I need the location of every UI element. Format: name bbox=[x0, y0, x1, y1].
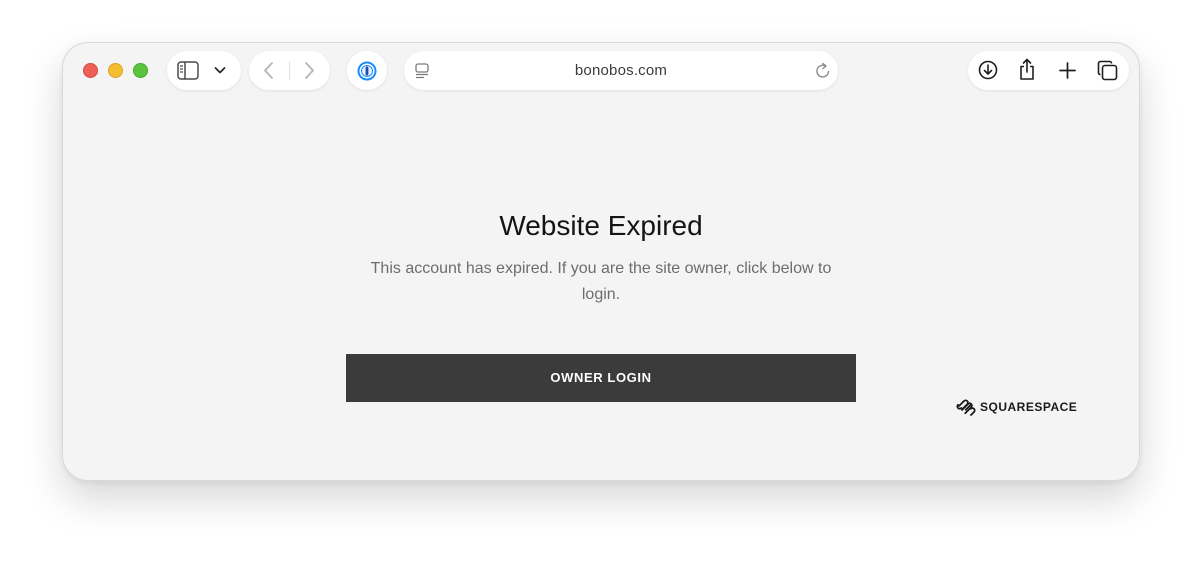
expired-message: This account has expired. If you are the… bbox=[370, 260, 832, 303]
owner-login-button[interactable]: OWNER LOGIN bbox=[346, 354, 856, 402]
squarespace-icon bbox=[956, 398, 976, 416]
page-content: Website Expired This account has expired… bbox=[63, 43, 1139, 480]
squarespace-logo[interactable]: SQUARESPACE bbox=[956, 398, 1077, 416]
page-title: Website Expired bbox=[499, 210, 703, 241]
brand-name: SQUARESPACE bbox=[980, 400, 1078, 414]
browser-window: bonobos.com Website Expired This account… bbox=[62, 42, 1140, 481]
